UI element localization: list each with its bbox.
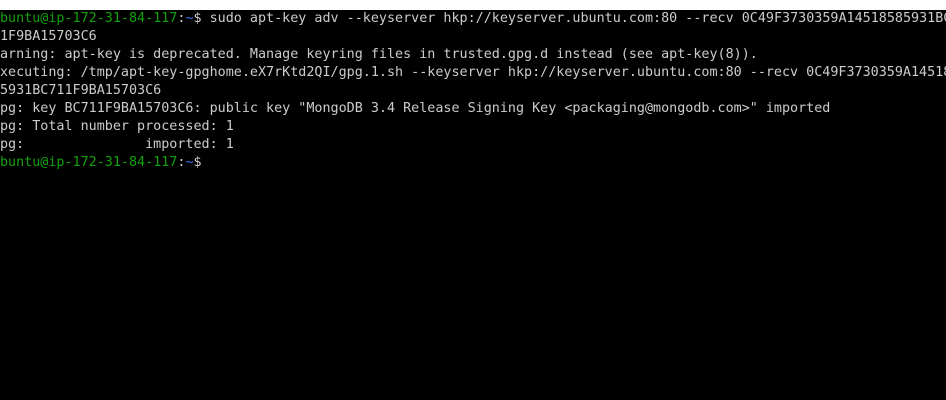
prompt-user-host: buntu@ip-172-31-84-117 (0, 11, 178, 26)
output-line: 1F9BA15703C6 (0, 29, 97, 44)
output-line: pg: imported: 1 (0, 137, 234, 152)
command-text: sudo apt-key adv --keyserver hkp://keyse… (201, 11, 946, 26)
terminal-window[interactable]: buntu@ip-172-31-84-117:~$ sudo apt-key a… (0, 10, 946, 400)
prompt-path: ~ (185, 155, 194, 170)
output-line: pg: key BC711F9BA15703C6: public key "Mo… (0, 101, 831, 116)
prompt-user-host: buntu@ip-172-31-84-117 (0, 155, 178, 170)
prompt-dollar: $ (193, 11, 202, 26)
output-line: pg: Total number processed: 1 (0, 119, 234, 134)
command-line: buntu@ip-172-31-84-117:~$ sudo apt-key a… (0, 10, 946, 28)
output-line: xecuting: /tmp/apt-key-gpghome.eX7rKtd2Q… (0, 65, 946, 80)
output-line: 5931BC711F9BA15703C6 (0, 83, 162, 98)
text-cursor (202, 154, 210, 168)
current-prompt-line[interactable]: buntu@ip-172-31-84-117:~$ (0, 154, 946, 172)
prompt-dollar: $ (193, 155, 202, 170)
warning-line: arning: apt-key is deprecated. Manage ke… (0, 47, 758, 62)
terminal-output: buntu@ip-172-31-84-117:~$ sudo apt-key a… (0, 10, 946, 172)
prompt-path: ~ (185, 11, 194, 26)
